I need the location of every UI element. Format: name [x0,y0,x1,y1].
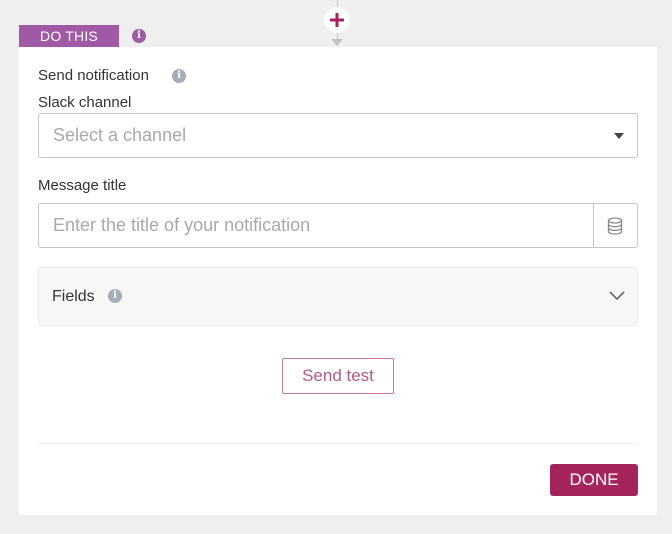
section-title: Send notification [38,67,149,84]
message-title-label: Message title [38,177,127,194]
plus-icon [330,13,344,27]
connector-arrow-icon [331,39,343,46]
chevron-down-icon [614,133,624,139]
footer-divider [38,443,638,444]
database-icon[interactable] [607,217,623,235]
done-button[interactable]: DONE [550,464,638,496]
message-title-input[interactable]: Enter the title of your notification [38,203,638,248]
step-card: Send notification i Slack channel Select… [19,47,657,515]
slack-channel-placeholder: Select a channel [53,125,187,145]
message-title-placeholder: Enter the title of your notification [53,215,311,235]
add-step-button[interactable] [324,7,350,33]
input-separator [593,204,594,247]
send-test-button[interactable]: Send test [282,358,394,394]
fields-accordion[interactable]: Fields i [38,267,638,326]
slack-channel-label: Slack channel [38,94,132,111]
fields-label: Fields [52,288,95,305]
fields-info-icon[interactable]: i [108,289,122,303]
slack-channel-select[interactable]: Select a channel [38,113,638,158]
step-info-icon[interactable]: i [132,29,146,43]
step-tag: DO THIS [19,25,119,47]
section-info-icon[interactable]: i [172,69,186,83]
chevron-down-icon[interactable] [609,290,625,302]
